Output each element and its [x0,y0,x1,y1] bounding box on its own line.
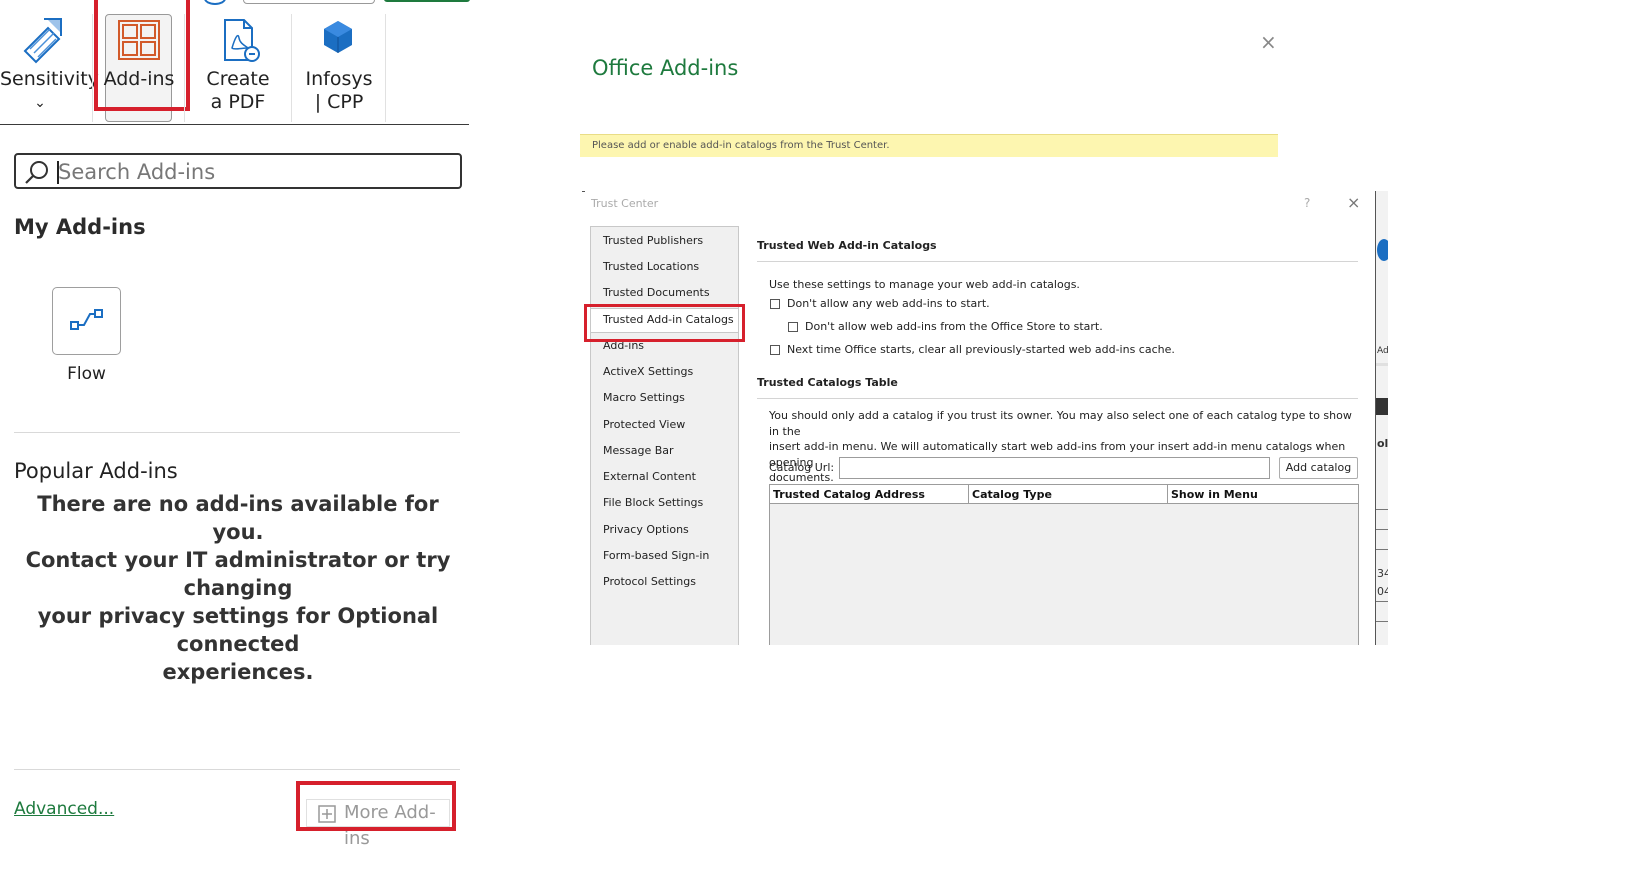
background-text: 04 [1377,585,1388,598]
ribbon-separator [385,14,386,122]
message-line: There are no add-ins available for you. [37,492,439,544]
flow-addin-label: Flow [67,364,106,384]
nav-protocol-settings[interactable]: Protocol Settings [603,575,696,588]
checkbox-clear-cache[interactable] [770,345,780,355]
cube-icon [324,21,352,53]
nav-form-based-sign-in[interactable]: Form-based Sign-in [603,549,709,562]
nav-activex-settings[interactable]: ActiveX Settings [603,365,693,378]
trust-center-dialog: Trust Center ? × Ad ol 34 04 Trusted Pub… [582,191,1388,645]
search-addins-field[interactable]: Search Add-ins [14,153,462,189]
ribbon: Sensitivity ⌄ Add-ins Create a PDF Infos… [0,0,469,125]
chevron-down-icon: ⌄ [34,95,46,111]
nav-message-bar[interactable]: Message Bar [603,444,674,457]
background-text: ol [1377,437,1388,450]
sensitivity-button[interactable]: Sensitivity ⌄ [0,10,99,122]
background-bar [1376,363,1388,366]
highlight-more-addins [296,781,456,831]
message-line: Contact your IT administrator or try cha… [25,548,451,600]
catalogs-table-heading: Trusted Catalogs Table [757,376,898,389]
background-dark-bar [1376,398,1388,415]
close-icon[interactable]: × [1347,193,1360,212]
trust-center-nav: Trusted Publishers Trusted Locations Tru… [590,226,739,645]
create-pdf-button[interactable]: Create a PDF [192,10,284,122]
nav-trusted-locations[interactable]: Trusted Locations [603,260,699,273]
sensitivity-icon [23,18,62,64]
web-catalogs-intro: Use these settings to manage your web ad… [769,278,1080,291]
no-addins-message: There are no add-ins available for you. … [14,490,462,686]
section-rule [757,398,1358,399]
dialog-corner [582,191,585,194]
background-text: Ad [1377,346,1388,356]
trust-center-title: Trust Center [591,197,659,210]
background-gridline [1376,621,1388,622]
column-header-show-in-menu[interactable]: Show in Menu [1168,485,1358,504]
create-pdf-label-1: Create [206,68,270,90]
trusted-catalogs-table: Trusted Catalog Address Catalog Type Sho… [769,484,1359,645]
infosys-cpp-button[interactable]: Infosys | CPP [296,10,382,122]
nav-privacy-options[interactable]: Privacy Options [603,523,689,536]
disallow-office-store-label: Don't allow web add-ins from the Office … [805,320,1103,333]
nav-trusted-publishers[interactable]: Trusted Publishers [603,234,703,247]
ribbon-separator [184,14,185,122]
background-text: 34 [1377,567,1388,580]
background-gridline [1376,509,1388,510]
nav-protected-view[interactable]: Protected View [603,418,685,431]
message-line: your privacy settings for Optional conne… [37,604,439,656]
checkbox-disallow-office-store[interactable] [788,322,798,332]
highlight-addins-button [94,0,190,111]
nav-macro-settings[interactable]: Macro Settings [603,391,685,404]
column-header-catalog-address[interactable]: Trusted Catalog Address [770,485,969,504]
description-line: You should only add a catalog if you tru… [769,409,1352,438]
close-icon[interactable]: × [1260,30,1277,54]
office-addins-title: Office Add-ins [592,56,739,80]
popular-addins-heading: Popular Add-ins [14,459,178,483]
infosys-label-2: | CPP [314,91,364,113]
pdf-icon [224,19,260,62]
help-icon[interactable]: ? [1304,196,1310,210]
background-gridline [1376,529,1388,530]
flow-icon [70,309,103,330]
advanced-link[interactable]: Advanced... [14,799,114,819]
section-rule [757,261,1358,262]
nav-external-content[interactable]: External Content [603,470,696,483]
flow-addin-tile[interactable] [52,287,121,355]
ribbon-separator [92,14,93,122]
infosys-label-1: Infosys [305,68,373,90]
sensitivity-label: Sensitivity [0,68,99,90]
highlight-trusted-addin-catalogs [584,304,745,342]
trust-center-warning-bar: Please add or enable add-in catalogs fro… [580,134,1278,157]
nav-file-block-settings[interactable]: File Block Settings [603,496,703,509]
background-gridline [1376,549,1388,550]
text-cursor [57,161,59,184]
ribbon-separator [291,14,292,122]
my-addins-heading: My Add-ins [14,215,146,239]
search-placeholder: Search Add-ins [58,160,216,184]
column-header-catalog-type[interactable]: Catalog Type [969,485,1168,504]
background-circle-icon [1377,239,1388,261]
create-pdf-label-2: a PDF [210,91,266,113]
message-line: experiences. [162,660,314,684]
add-catalog-button[interactable]: Add catalog [1279,457,1358,479]
catalog-url-input[interactable] [839,457,1270,479]
web-catalogs-heading: Trusted Web Add-in Catalogs [757,239,937,252]
disallow-web-addins-label: Don't allow any web add-ins to start. [787,297,990,310]
footer-divider [14,769,460,770]
addins-pane: Sensitivity ⌄ Add-ins Create a PDF Infos… [0,0,470,882]
background-window-edge: Ad ol 34 04 [1375,191,1388,645]
clear-cache-label: Next time Office starts, clear all previ… [787,343,1175,356]
search-icon [25,161,48,184]
section-divider [14,432,460,433]
nav-trusted-documents[interactable]: Trusted Documents [603,286,710,299]
background-gridline [1376,601,1388,602]
catalog-url-label: Catalog Url: [769,461,835,474]
checkbox-disallow-web-addins[interactable] [770,299,780,309]
